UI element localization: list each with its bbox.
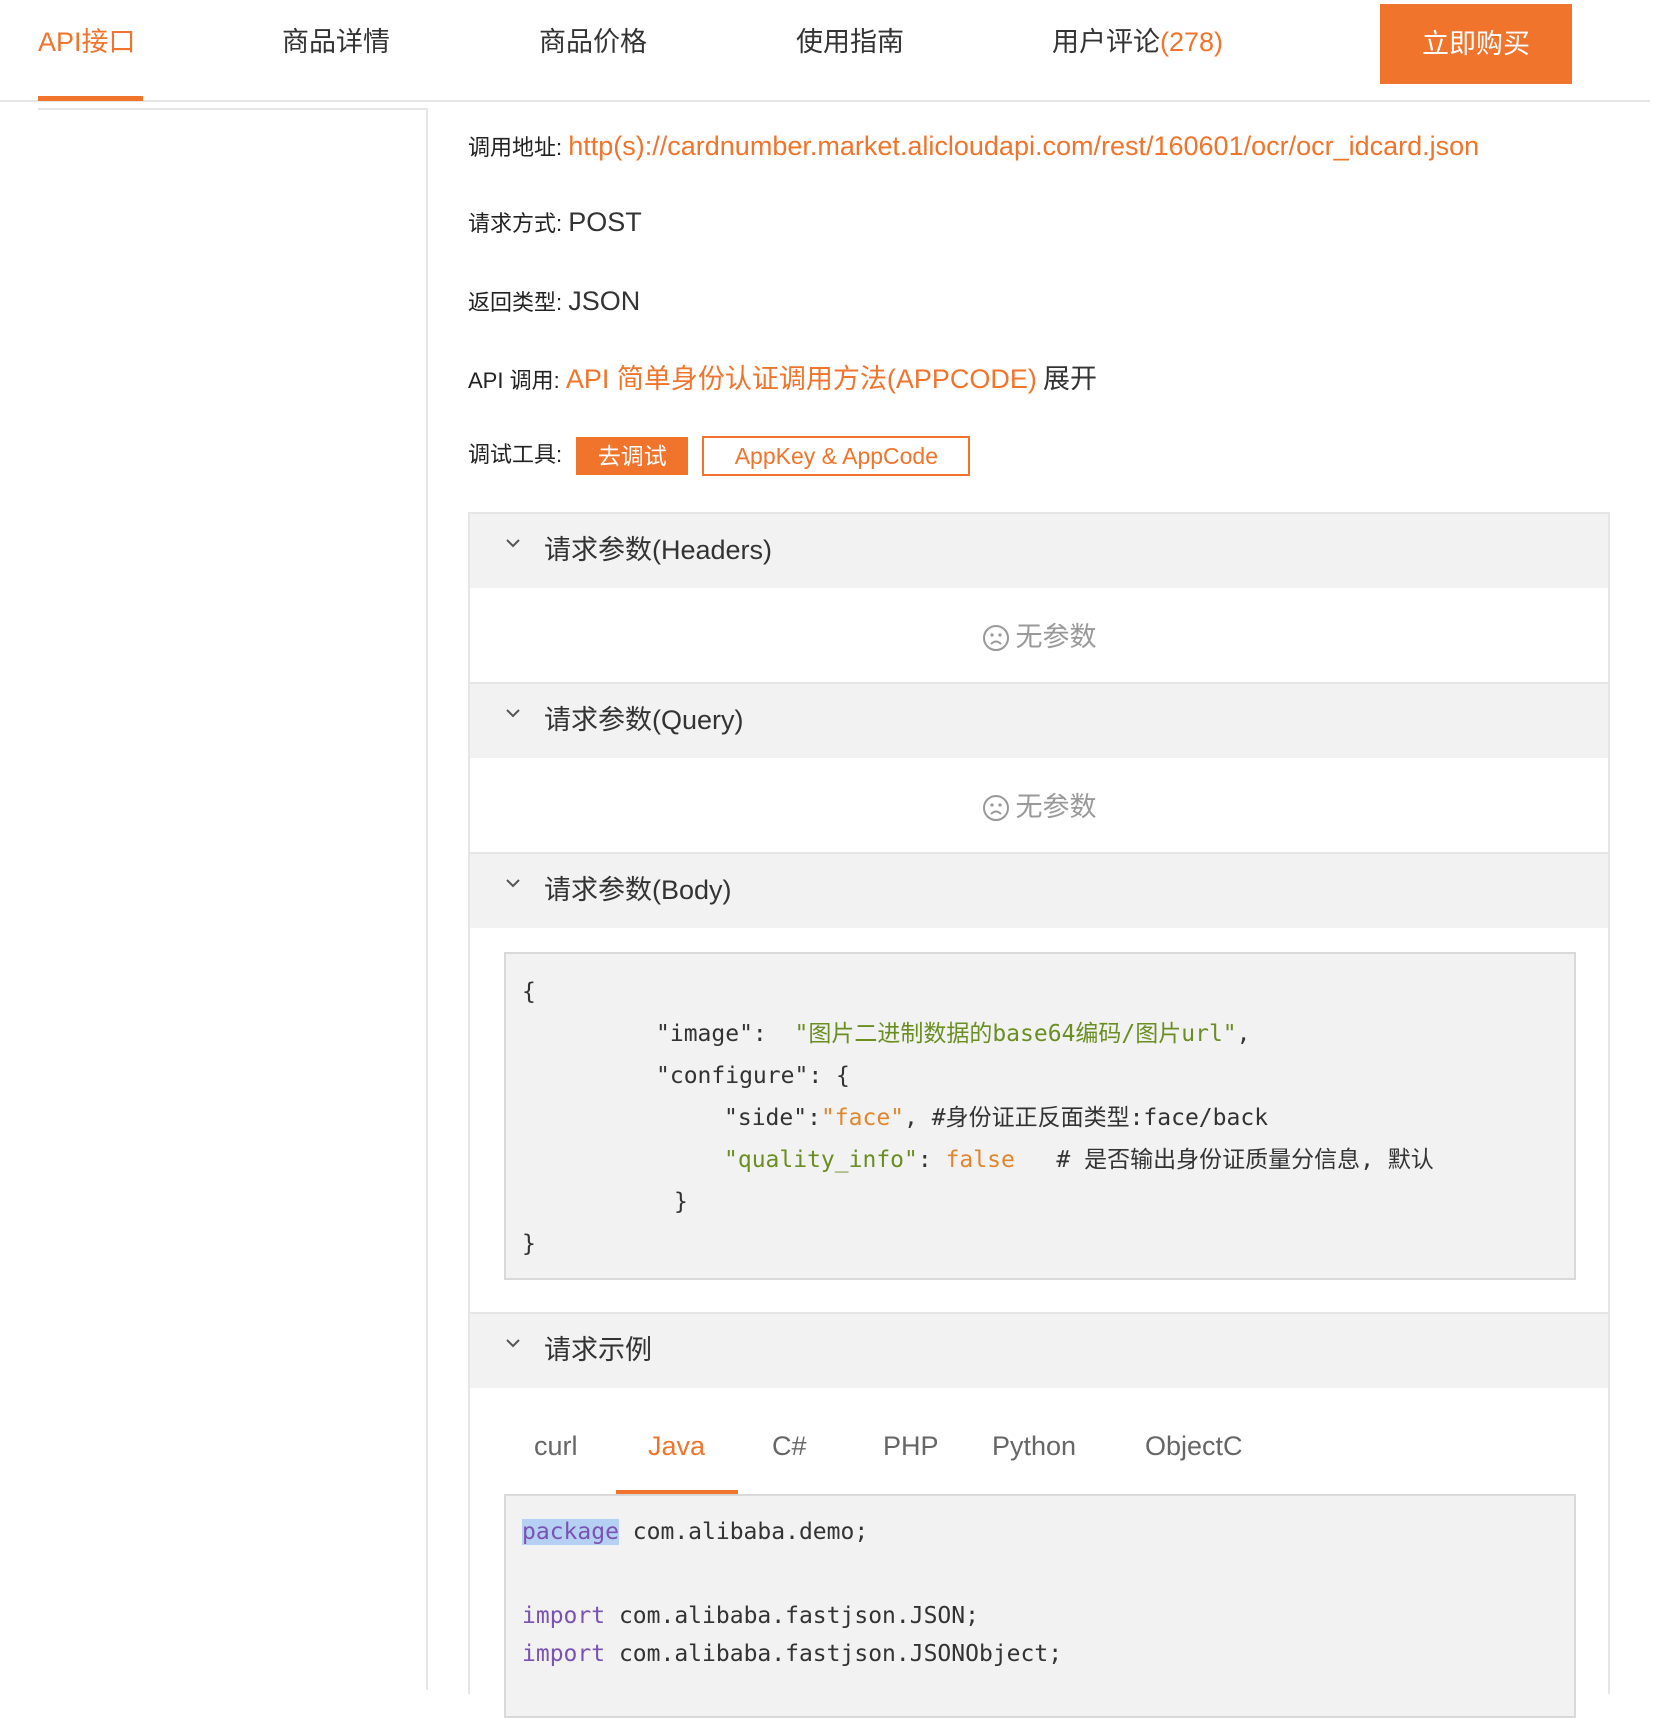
code-line: package com.alibaba.demo; [522, 1512, 868, 1552]
code-text: com.alibaba.fastjson.JSON; [605, 1603, 979, 1629]
code-text: com.alibaba.fastjson.JSONObject; [605, 1641, 1063, 1667]
code-punct: , [1236, 1021, 1251, 1047]
code-keyword: package [522, 1519, 619, 1545]
query-section-header[interactable]: 请求参数(Query) [470, 684, 1608, 758]
headers-no-params: 无参数 [470, 618, 1608, 656]
headers-section-title: 请求参数(Headers) [544, 535, 773, 565]
headers-section-body: 无参数 [470, 588, 1608, 684]
language-tabs: curl Java C# PHP Python ObjectC [504, 1388, 1572, 1496]
code-comment: , #身份证正反面类型:face/back [904, 1105, 1269, 1131]
code-line: { [522, 979, 536, 1005]
debug-tools-label: 调试工具: [468, 442, 563, 467]
active-tab-indicator [38, 96, 143, 101]
code-comment: # 是否输出身份证质量分信息, 默认 [1014, 1147, 1434, 1173]
sidebar [38, 108, 428, 1690]
params-panel: 请求参数(Headers) 无参数 请求参数(Query) 无参数 请求参数(B… [468, 512, 1610, 1718]
tab-java[interactable]: Java [648, 1426, 705, 1466]
tab-user-reviews-label: 用户评论 [1052, 27, 1160, 57]
code-keyword: import [522, 1603, 606, 1629]
tab-usage-guide[interactable]: 使用指南 [796, 22, 904, 62]
query-no-params: 无参数 [470, 788, 1608, 826]
code-punct: : [917, 1147, 946, 1173]
example-section-header[interactable]: 请求示例 [470, 1314, 1608, 1388]
tab-product-price[interactable]: 商品价格 [539, 22, 647, 62]
code-key: "side": [724, 1105, 821, 1131]
api-call-link[interactable]: API 简单身份认证调用方法(APPCODE) [566, 364, 1037, 394]
sad-face-icon [982, 625, 1009, 651]
body-section-header[interactable]: 请求参数(Body) [470, 854, 1608, 928]
code-line: import com.alibaba.fastjson.JSON; [522, 1596, 979, 1636]
query-section-body: 无参数 [470, 758, 1608, 854]
chevron-down-icon [506, 879, 520, 888]
code-line: } [674, 1189, 688, 1215]
body-section-body: { "image": "图片二进制数据的base64编码/图片url", "co… [470, 928, 1608, 1314]
api-call-row: API 调用: API 简单身份认证调用方法(APPCODE) 展开 [468, 359, 1097, 399]
code-line: "side":"face", #身份证正反面类型:face/back [724, 1098, 1268, 1138]
body-section-title: 请求参数(Body) [544, 875, 732, 905]
code-keyword: import [522, 1641, 606, 1667]
return-row: 返回类型: JSON [468, 281, 640, 321]
query-no-params-text: 无参数 [1015, 792, 1097, 822]
code-line: "configure": { [656, 1063, 850, 1089]
tab-php[interactable]: PHP [883, 1426, 939, 1466]
appkey-button[interactable]: AppKey & AppCode [702, 436, 971, 477]
example-section-body: curl Java C# PHP Python ObjectC package … [470, 1388, 1608, 1718]
code-string: "face" [820, 1105, 905, 1131]
expand-link[interactable]: 展开 [1043, 364, 1097, 394]
tab-csharp[interactable]: C# [772, 1426, 807, 1466]
code-key: "quality_info" [724, 1147, 918, 1173]
chevron-down-icon [506, 1339, 520, 1348]
code-line: import com.alibaba.fastjson.JSONObject; [522, 1634, 1062, 1674]
code-key: "image": [656, 1021, 767, 1047]
java-code-block[interactable]: package com.alibaba.demo; import com.ali… [504, 1494, 1576, 1718]
code-value: false [945, 1147, 1015, 1173]
return-value: JSON [568, 286, 641, 316]
api-call-label: API 调用: [468, 368, 560, 393]
code-text: com.alibaba.demo; [618, 1519, 869, 1545]
code-string: "图片二进制数据的base64编码/图片url" [794, 1021, 1237, 1047]
review-count: (278) [1160, 27, 1224, 57]
return-label: 返回类型: [468, 290, 563, 315]
code-line: } [522, 1231, 536, 1257]
example-section-title: 请求示例 [544, 1335, 652, 1365]
url-row: 调用地址: http(s)://cardnumber.market.aliclo… [468, 126, 1479, 166]
headers-no-params-text: 无参数 [1015, 622, 1097, 652]
method-row: 请求方式: POST [468, 202, 642, 242]
method-label: 请求方式: [468, 211, 563, 236]
buy-now-button[interactable]: 立即购买 [1380, 4, 1572, 84]
debug-button[interactable]: 去调试 [576, 437, 689, 476]
code-line: "quality_info": false # 是否输出身份证质量分信息, 默认 [724, 1140, 1434, 1180]
url-value: http(s)://cardnumber.market.alicloudapi.… [568, 131, 1480, 161]
sad-face-icon [982, 795, 1009, 821]
tab-api[interactable]: API接口 [38, 22, 136, 62]
code-line: "image": "图片二进制数据的base64编码/图片url", [656, 1014, 1251, 1054]
debug-tools-row: 调试工具: 去调试 AppKey & AppCode [468, 435, 971, 477]
url-label: 调用地址: [468, 135, 563, 160]
chevron-down-icon [506, 709, 520, 718]
chevron-down-icon [506, 539, 520, 548]
tab-objectc[interactable]: ObjectC [1145, 1426, 1243, 1466]
tab-product-details[interactable]: 商品详情 [282, 22, 390, 62]
tab-python[interactable]: Python [992, 1426, 1076, 1466]
tab-curl[interactable]: curl [534, 1426, 578, 1466]
query-section-title: 请求参数(Query) [544, 705, 744, 735]
headers-section-header[interactable]: 请求参数(Headers) [470, 514, 1608, 588]
top-nav: API接口 商品详情 商品价格 使用指南 用户评论(278) 立即购买 [0, 0, 1650, 102]
method-value: POST [568, 207, 642, 237]
tab-user-reviews[interactable]: 用户评论(278) [1052, 22, 1223, 62]
body-code-block[interactable]: { "image": "图片二进制数据的base64编码/图片url", "co… [504, 952, 1576, 1280]
